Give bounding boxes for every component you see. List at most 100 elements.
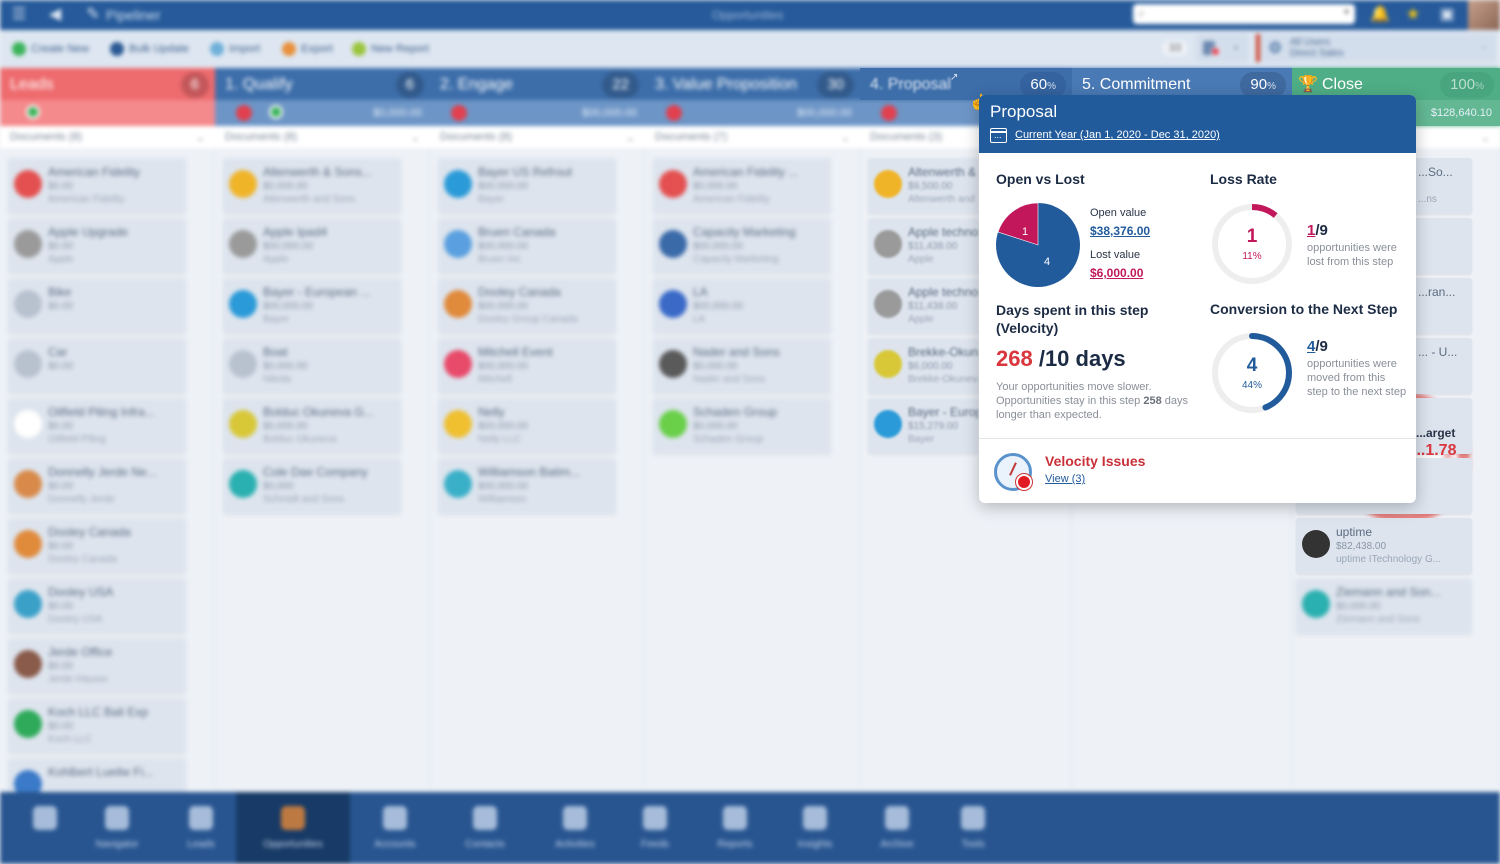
logo-icon: ✎ [86, 6, 100, 23]
card-title: Jerde Office [48, 645, 113, 659]
toolbar-button-label: Bulk Update [129, 43, 189, 55]
opportunity-card[interactable]: Bayer US Refrout $00,000.00 Bayer [438, 158, 616, 214]
opportunity-card[interactable]: Car $0.00 [8, 338, 186, 394]
opportunity-card[interactable]: Williamson Batim... $00,000.00 Williamson [438, 458, 616, 514]
opportunity-card[interactable]: Bayer - European $15,279.00 Bayer [868, 398, 978, 454]
toolbar-button[interactable]: Bulk Update [110, 40, 189, 58]
opportunity-card[interactable]: Brekke-Okuneva $6,000.00 Brekke-Okuneva [868, 338, 978, 394]
opportunity-card[interactable]: Nader and Sons $0,000.00 Nader and Sons [653, 338, 831, 394]
card-account: Ziemann and Sons [1336, 614, 1420, 625]
opportunity-card[interactable]: Apple technology $11,438.00 Apple [868, 218, 978, 274]
documents-dropdown[interactable]: Documents (7) ⌄ [645, 126, 860, 148]
column-name: 1. Qualify [225, 76, 293, 93]
nav-item[interactable]: Insights [770, 792, 860, 864]
external-link-icon[interactable]: ↗ [950, 72, 958, 83]
toolbar-button[interactable]: Import [210, 40, 260, 58]
documents-dropdown[interactable]: Documents (8) ⌄ [215, 126, 430, 148]
column-header[interactable]: Leads 6 [0, 68, 215, 100]
star-icon[interactable]: ★ [1404, 6, 1422, 24]
open-value-label: Open value [1090, 207, 1147, 219]
card-title: Williamson Batim... [478, 465, 581, 479]
opportunity-card[interactable]: Dooley Canada $00,000.00 Dooley Group Cana… [438, 278, 616, 334]
trophy-icon: 🏆 [1298, 76, 1318, 93]
opportunity-card[interactable]: Cole Dae Company $0,000 Schmidt and Sons [223, 458, 401, 514]
opportunity-card[interactable]: Bolduc Okuneva G... $0,000.00 Bolduc Okune… [223, 398, 401, 454]
toolbar-button[interactable]: Export [282, 40, 333, 58]
card-title: ... - U... [1418, 345, 1458, 359]
open-vs-lost-title: Open vs Lost [996, 171, 1085, 187]
card-title: ...So... [1418, 165, 1453, 179]
open-value-link[interactable]: $38,376.00 [1090, 224, 1150, 238]
opportunity-card[interactable]: Capacity Marketing $00,000.00 Capacity Mar… [653, 218, 831, 274]
leads-icon [189, 806, 213, 830]
opportunity-card[interactable]: Bike $0.00 [8, 278, 186, 334]
filter-button[interactable]: ⌄ [1196, 34, 1248, 62]
company-logo-icon [444, 410, 472, 438]
avatar[interactable] [1468, 0, 1500, 30]
nav-item[interactable]: Leads [156, 792, 246, 864]
opportunity-card[interactable]: Oilfield Piling Infra... $0.00 Oilfield Pi… [8, 398, 186, 454]
user-filter-select[interactable]: ⚙ All Users Direct Sales ⌄ [1256, 34, 1496, 62]
opportunity-card[interactable]: Apple Ipad4 $00,000.00 Apple [223, 218, 401, 274]
gift-icon[interactable]: ▣ [1438, 6, 1456, 24]
opportunity-card[interactable]: Donnelly Jerde Ne... $0.00 Donnelly Jerde [8, 458, 186, 514]
company-logo-icon [14, 290, 42, 318]
company-logo-icon [444, 470, 472, 498]
opportunity-card[interactable]: Apple technology $11,438.00 Apple [868, 278, 978, 334]
documents-dropdown[interactable]: Documents (8) ⌄ [430, 126, 645, 148]
opportunity-card[interactable]: Ziemann and Son... $0,000.00 Ziemann and S… [1296, 578, 1472, 634]
opportunity-card[interactable]: uptime $82,438.00 uptime ITechnology G... [1296, 518, 1472, 574]
nav-item[interactable]: Contacts [440, 792, 530, 864]
opportunity-card[interactable]: Bayer - European ... $00,000.00 Bayer [223, 278, 401, 334]
opportunity-card[interactable]: American Fidelity $0.00 American Fidelity [8, 158, 186, 214]
card-amount: $82,438.00 [1336, 541, 1387, 552]
company-logo-icon [874, 290, 902, 318]
nav-item[interactable]: Activities [530, 792, 620, 864]
company-logo-icon [14, 350, 42, 378]
velocity-issues-view-link[interactable]: View (3) [1045, 473, 1085, 485]
date-range-link[interactable]: Current Year (Jan 1, 2020 - Dec 31, 2020… [1015, 129, 1220, 141]
nav-item[interactable]: Accounts [350, 792, 440, 864]
opportunity-card[interactable]: Apple Upgrade $0.00 Apple [8, 218, 186, 274]
documents-dropdown[interactable]: Documents (8) ⌄ [0, 126, 215, 148]
toolbar-button[interactable]: New Report [352, 40, 429, 58]
column-header[interactable]: 3. Value Proposition 30 [645, 68, 860, 100]
opportunity-card[interactable]: Altenwerth & Sons $9,500.00 Altenwerth and… [868, 158, 978, 214]
opportunity-card[interactable]: Boat $0,000.00 Nikola [223, 338, 401, 394]
opportunity-card[interactable]: Koch LLC Bali Exp $0.00 Koch LLC [8, 698, 186, 754]
opportunity-card[interactable]: American Fidelity ... $0,000.00 American F… [653, 158, 831, 214]
column-header[interactable]: 2. Engage 22 [430, 68, 645, 100]
nav-item[interactable]: Tools [928, 792, 1018, 864]
divider [979, 438, 1416, 439]
opportunity-card[interactable]: Altenwerth & Sons... $0,000.00 Altenwerth … [223, 158, 401, 214]
lost-value-link[interactable]: $6,000.00 [1090, 266, 1143, 280]
opportunity-card[interactable]: LA $00,000.00 LA [653, 278, 831, 334]
nav-item[interactable]: Feeds [610, 792, 700, 864]
company-logo-icon [229, 410, 257, 438]
opportunity-card[interactable]: Mitchell Event $00,000.00 Mitchell [438, 338, 616, 394]
nav-item[interactable]: Reports [690, 792, 780, 864]
search-input[interactable]: ⌕ ▾ [1133, 4, 1355, 24]
opportunity-card[interactable]: Jerde Office $0.00 Jerde Hauser [8, 638, 186, 694]
opportunity-card[interactable]: Dooley USA $0.00 Dooley USA [8, 578, 186, 634]
toolbar-button[interactable]: Create New [12, 40, 89, 58]
nav-label: Activities [555, 839, 595, 850]
opportunity-card[interactable]: Bruen Canada $00,000.00 Bruen Inc [438, 218, 616, 274]
conversion-fraction: 4/9 [1307, 338, 1328, 355]
chevron-down-icon[interactable]: ▾ [1344, 7, 1349, 18]
accounts-icon [383, 806, 407, 830]
opportunity-card[interactable]: Nelly $00,000.00 Nelly LLC [438, 398, 616, 454]
activities-icon [563, 806, 587, 830]
opportunity-card[interactable]: Schaden Group $0,000.00 Schaden Group [653, 398, 831, 454]
nav-item[interactable]: Navigator [72, 792, 162, 864]
lost-value-label: Lost value [1090, 249, 1141, 261]
menu-icon[interactable]: ☰ [10, 6, 28, 24]
back-icon[interactable]: ◀ [46, 6, 64, 24]
column-name: 2. Engage [440, 76, 513, 93]
target-value: ...1.78 [1412, 442, 1457, 459]
card-account: Bruen Inc [478, 254, 521, 265]
opportunity-card[interactable]: Dooley Canada $0.00 Dooley Canada [8, 518, 186, 574]
bell-icon[interactable]: 🔔 [1370, 6, 1390, 24]
column-header[interactable]: 1. Qualify 6 [215, 68, 430, 100]
nav-item[interactable]: Opportunities [236, 792, 350, 864]
